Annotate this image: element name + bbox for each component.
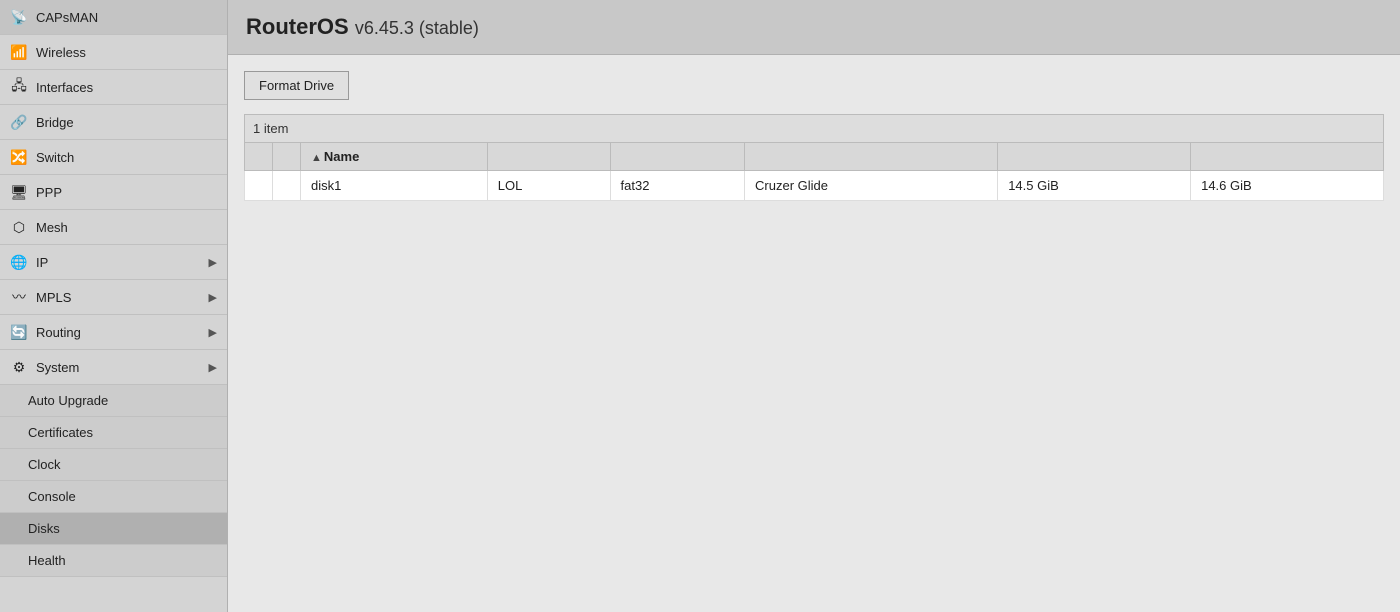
sidebar-item-ip[interactable]: 🌐 IP ▶ <box>0 245 227 280</box>
sidebar-item-system[interactable]: ⚙ System ▶ <box>0 350 227 385</box>
disks-table: ▲Name disk1LOLfat32Cruzer Glide14.5 GiB1… <box>244 142 1384 201</box>
sidebar-item-auto-upgrade[interactable]: Auto Upgrade <box>0 385 227 417</box>
app-header: RouterOS v6.45.3 (stable) <box>228 0 1400 55</box>
capsman-icon: 📡 <box>10 8 28 26</box>
switch-icon: 🔀 <box>10 148 28 166</box>
sidebar-item-mpls[interactable]: 〰 MPLS ▶ <box>0 280 227 315</box>
table-header: ▲Name <box>245 143 1384 171</box>
sidebar-label-clock: Clock <box>28 457 61 472</box>
app-version: v6.45.3 (stable) <box>355 18 479 38</box>
table-row[interactable]: disk1LOLfat32Cruzer Glide14.5 GiB14.6 Gi… <box>245 171 1384 201</box>
sidebar-label-switch: Switch <box>36 150 74 165</box>
ppp-icon: 🖥 <box>10 183 28 201</box>
mpls-icon: 〰 <box>10 288 28 306</box>
cell-name: disk1 <box>301 171 488 201</box>
sidebar-item-certificates[interactable]: Certificates <box>0 417 227 449</box>
ip-icon: 🌐 <box>10 253 28 271</box>
sidebar-item-capsman[interactable]: 📡 CAPsMAN <box>0 0 227 35</box>
cell-type: fat32 <box>610 171 745 201</box>
col-header-name[interactable]: ▲Name <box>301 143 488 171</box>
sidebar-label-wireless: Wireless <box>36 45 86 60</box>
sidebar-item-switch[interactable]: 🔀 Switch <box>0 140 227 175</box>
col-header-disk[interactable] <box>745 143 998 171</box>
sidebar-arrow-routing: ▶ <box>209 326 217 339</box>
sidebar-arrow-system: ▶ <box>209 361 217 374</box>
sidebar-label-disks: Disks <box>28 521 60 536</box>
sidebar-item-interfaces[interactable]: 🖧 Interfaces <box>0 70 227 105</box>
cell-label: LOL <box>487 171 610 201</box>
sidebar-item-disks[interactable]: Disks <box>0 513 227 545</box>
sidebar-item-wireless[interactable]: 📶 Wireless <box>0 35 227 70</box>
sidebar-label-mpls: MPLS <box>36 290 71 305</box>
interfaces-icon: 🖧 <box>10 78 28 96</box>
sidebar-label-system: System <box>36 360 79 375</box>
table-body: disk1LOLfat32Cruzer Glide14.5 GiB14.6 Gi… <box>245 171 1384 201</box>
sidebar-label-console: Console <box>28 489 76 504</box>
sidebar-label-mesh: Mesh <box>36 220 68 235</box>
sidebar-label-auto-upgrade: Auto Upgrade <box>28 393 108 408</box>
cell-disk: Cruzer Glide <box>745 171 998 201</box>
sidebar-label-certificates: Certificates <box>28 425 93 440</box>
cell-check <box>245 171 273 201</box>
col-header-size[interactable] <box>1191 143 1384 171</box>
sidebar-arrow-mpls: ▶ <box>209 291 217 304</box>
sidebar-label-capsman: CAPsMAN <box>36 10 98 25</box>
sidebar-label-bridge: Bridge <box>36 115 74 130</box>
cell-size: 14.6 GiB <box>1191 171 1384 201</box>
cell-free: 14.5 GiB <box>998 171 1191 201</box>
sidebar-arrow-ip: ▶ <box>209 256 217 269</box>
mesh-icon: ⬡ <box>10 218 28 236</box>
col-header-label[interactable] <box>487 143 610 171</box>
sidebar-label-ip: IP <box>36 255 48 270</box>
col-header-free[interactable] <box>998 143 1191 171</box>
col-header-dot <box>273 143 301 171</box>
col-header-check <box>245 143 273 171</box>
sidebar-label-ppp: PPP <box>36 185 62 200</box>
sidebar-item-mesh[interactable]: ⬡ Mesh <box>0 210 227 245</box>
app-name: RouterOS <box>246 14 349 39</box>
cell-dot <box>273 171 301 201</box>
routing-icon: 🔄 <box>10 323 28 341</box>
bridge-icon: 🔗 <box>10 113 28 131</box>
col-header-type[interactable] <box>610 143 745 171</box>
sidebar-item-health[interactable]: Health <box>0 545 227 577</box>
sidebar: 📡 CAPsMAN 📶 Wireless 🖧 Interfaces 🔗 Bridge 🔀 Swit… <box>0 0 228 612</box>
system-icon: ⚙ <box>10 358 28 376</box>
format-drive-button[interactable]: Format Drive <box>244 71 349 100</box>
sidebar-label-health: Health <box>28 553 66 568</box>
sidebar-item-bridge[interactable]: 🔗 Bridge <box>0 105 227 140</box>
sidebar-item-console[interactable]: Console <box>0 481 227 513</box>
content-area: Format Drive 1 item ▲Name disk1LOLfat32C… <box>228 55 1400 612</box>
sidebar-label-routing: Routing <box>36 325 81 340</box>
sidebar-label-interfaces: Interfaces <box>36 80 93 95</box>
main-panel: RouterOS v6.45.3 (stable) Format Drive 1… <box>228 0 1400 612</box>
sidebar-item-routing[interactable]: 🔄 Routing ▶ <box>0 315 227 350</box>
sidebar-item-clock[interactable]: Clock <box>0 449 227 481</box>
wireless-icon: 📶 <box>10 43 28 61</box>
sidebar-item-ppp[interactable]: 🖥 PPP <box>0 175 227 210</box>
item-count: 1 item <box>244 114 1384 142</box>
